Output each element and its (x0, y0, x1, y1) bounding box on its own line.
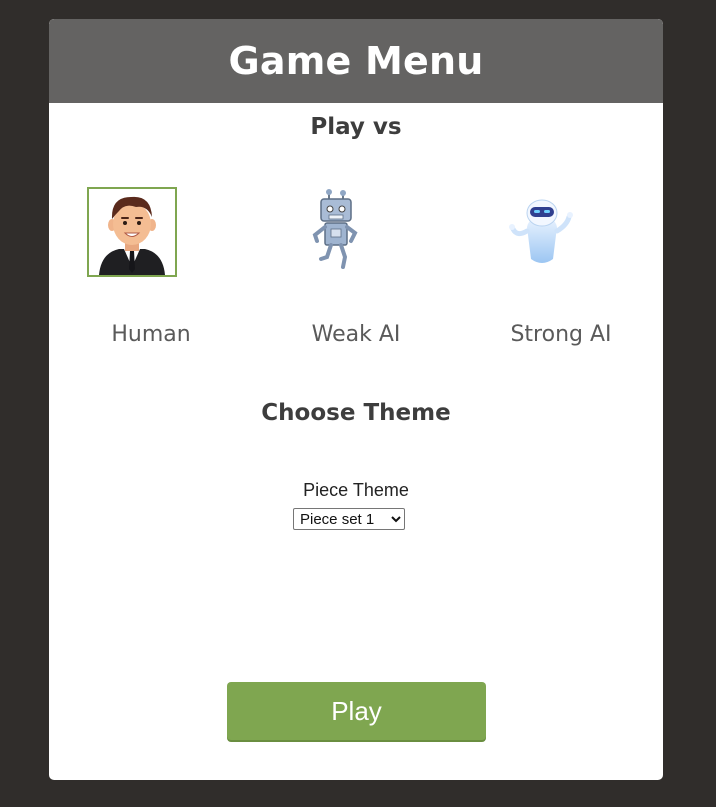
opponent-human[interactable] (52, 187, 212, 277)
opponent-label-human: Human (111, 322, 191, 347)
piece-theme-label: Piece Theme (303, 480, 409, 500)
opponent-weak-ai[interactable] (256, 187, 416, 277)
piece-theme-select[interactable]: Piece set 1 (293, 508, 405, 530)
opponent-label-strong-ai: Strong AI (510, 322, 612, 347)
piece-theme-select-wrap: Piece set 1 (293, 508, 405, 530)
opponent-label-weak-ai: Weak AI (311, 322, 401, 347)
menu-header: Game Menu (49, 19, 663, 103)
menu-title: Game Menu (228, 39, 484, 83)
game-menu-panel: Game Menu Play vs Human Weak AI Strong A… (49, 19, 663, 780)
play-button[interactable]: Play (227, 682, 486, 740)
weak-robot-icon[interactable] (291, 187, 381, 277)
opponent-strong-ai[interactable] (462, 187, 622, 277)
play-vs-heading: Play vs (310, 114, 402, 140)
human-avatar-icon[interactable] (87, 187, 177, 277)
choose-theme-heading: Choose Theme (261, 400, 451, 426)
strong-robot-icon[interactable] (497, 187, 587, 277)
